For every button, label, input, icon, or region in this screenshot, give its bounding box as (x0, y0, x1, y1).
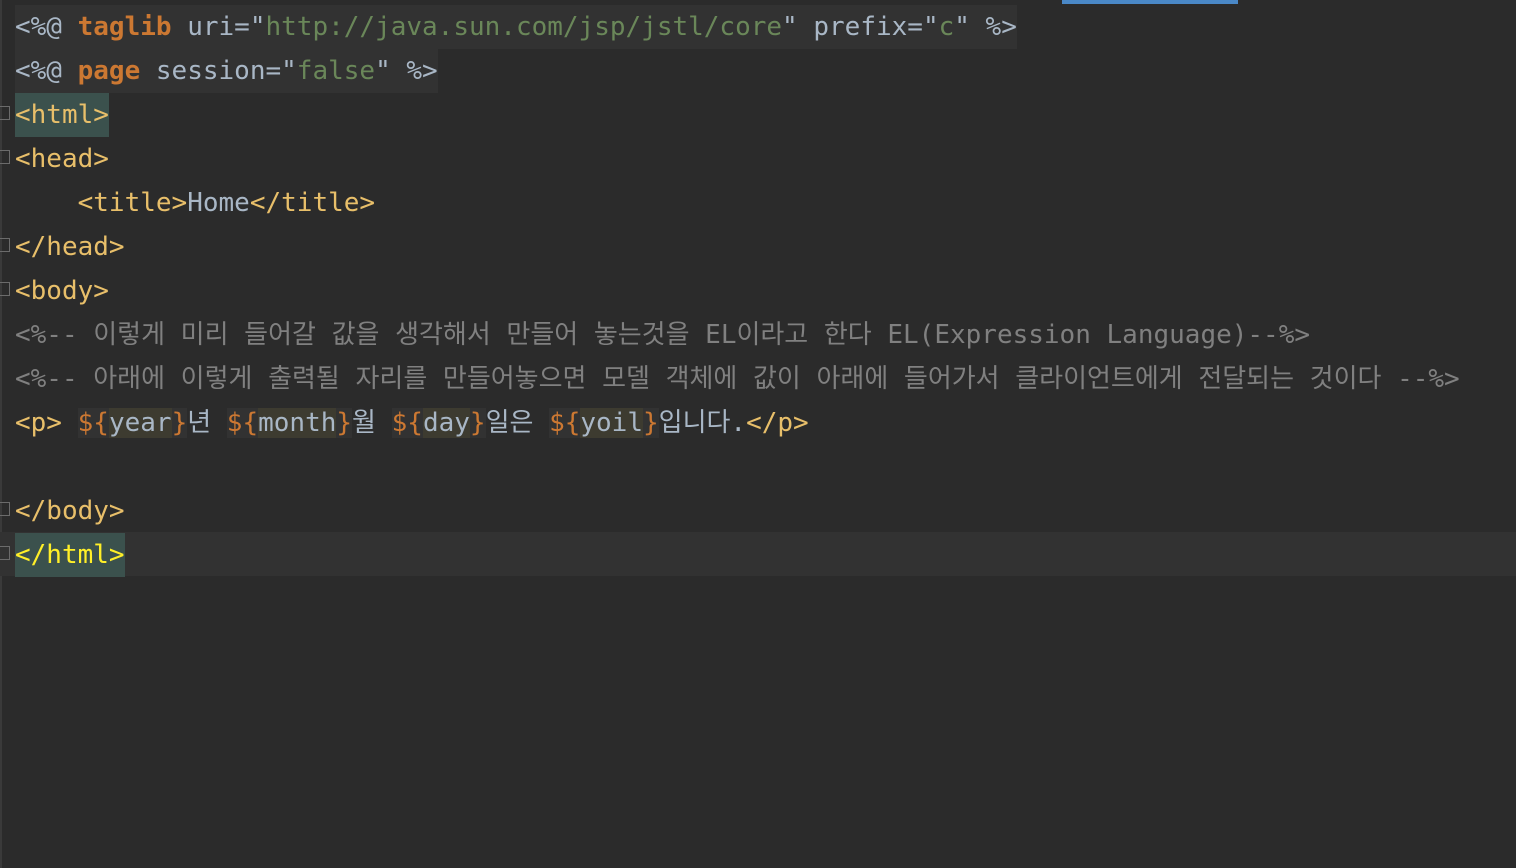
quote: " (375, 56, 391, 86)
directive-open: <%@ (15, 12, 78, 42)
code-line-5[interactable]: <title>Home</title> (0, 181, 375, 225)
directive-keyword: taglib (77, 12, 172, 42)
attr-name: session= (140, 56, 282, 86)
code-line-8[interactable]: <%-- 이렇게 미리 들어갈 값을 생각해서 만들어 놓는것을 EL이라고 한… (0, 313, 1310, 357)
active-tab-indicator (1062, 0, 1238, 4)
code-line-10[interactable]: <p> ${year}년 ${month}월 ${day}일은 ${yoil}입… (0, 401, 809, 445)
el-close-brace: } (336, 408, 353, 438)
jsp-comment: <%-- 이렇게 미리 들어갈 값을 생각해서 만들어 놓는것을 EL이라고 한… (15, 320, 1311, 350)
code-editor[interactable]: <%@ taglib uri="http://java.sun.com/jsp/… (0, 0, 1516, 868)
code-line-2[interactable]: <%@ page session="false" %> (0, 49, 438, 93)
el-variable: yoil (580, 408, 643, 438)
code-line-7[interactable]: <body> (0, 269, 109, 313)
attr-value-prefix: c (938, 12, 955, 42)
attr-value-session: false (296, 56, 376, 86)
el-expression-day: ${day} (391, 408, 486, 438)
el-close-brace: } (469, 408, 486, 438)
title-close-tag: </title> (249, 188, 376, 218)
code-line-4[interactable]: <head> (0, 137, 109, 181)
head-close-tag: </head> (15, 232, 125, 262)
directive-keyword: page (77, 56, 141, 86)
quote: " (249, 12, 266, 42)
text-month-suffix: 월 (352, 408, 392, 438)
quote: " (922, 12, 939, 42)
el-open-brace: ${ (391, 408, 423, 438)
el-expression-month: ${month} (226, 408, 353, 438)
quote: " (281, 56, 297, 86)
attr-name: prefix= (797, 12, 923, 42)
code-line-3[interactable]: <html> (0, 93, 109, 137)
el-close-brace: } (643, 408, 659, 438)
attr-value-uri: http://java.sun.com/jsp/jstl/core (265, 12, 783, 42)
quote: " (954, 12, 970, 42)
directive-close: %> (390, 56, 438, 86)
body-open-tag: <body> (15, 276, 109, 306)
code-line-12[interactable]: </body> (0, 489, 125, 533)
code-line-6[interactable]: </head> (0, 225, 125, 269)
text-day-suffix: 일은 (485, 408, 550, 438)
text-year-suffix: 년 (187, 408, 227, 438)
directive-open: <%@ (15, 56, 78, 86)
html-open-tag: <html> (15, 93, 109, 137)
el-close-brace: } (171, 408, 188, 438)
el-open-brace: ${ (549, 408, 581, 438)
directive-close: %> (969, 12, 1017, 42)
title-open-tag: <title> (77, 188, 188, 218)
el-open-brace: ${ (77, 408, 109, 438)
code-line-1[interactable]: <%@ taglib uri="http://java.sun.com/jsp/… (0, 5, 1017, 49)
html-close-tag: </html> (15, 533, 125, 577)
p-close-tag: </p> (746, 408, 809, 438)
current-line-highlight (0, 532, 1516, 576)
jsp-comment: <%-- 아래에 이렇게 출력될 자리를 만들어놓으면 모델 객체에 값이 아래… (15, 364, 1460, 394)
body-close-tag: </body> (15, 496, 125, 526)
head-open-tag: <head> (15, 144, 109, 174)
code-line-13[interactable]: </html> (0, 533, 125, 577)
p-open-tag: <p> (15, 408, 62, 438)
attr-name: uri= (171, 12, 250, 42)
quote: " (782, 12, 798, 42)
el-variable: day (422, 408, 470, 438)
el-expression-yoil: ${yoil} (549, 408, 659, 438)
code-line-9[interactable]: <%-- 아래에 이렇게 출력될 자리를 만들어놓으면 모델 객체에 값이 아래… (0, 357, 1460, 401)
el-variable: month (258, 408, 337, 438)
el-open-brace: ${ (226, 408, 259, 438)
el-variable: year (108, 408, 172, 438)
text-ending: 입니다. (658, 408, 747, 438)
el-expression-year: ${year} (77, 408, 188, 438)
title-text: Home (187, 188, 250, 218)
